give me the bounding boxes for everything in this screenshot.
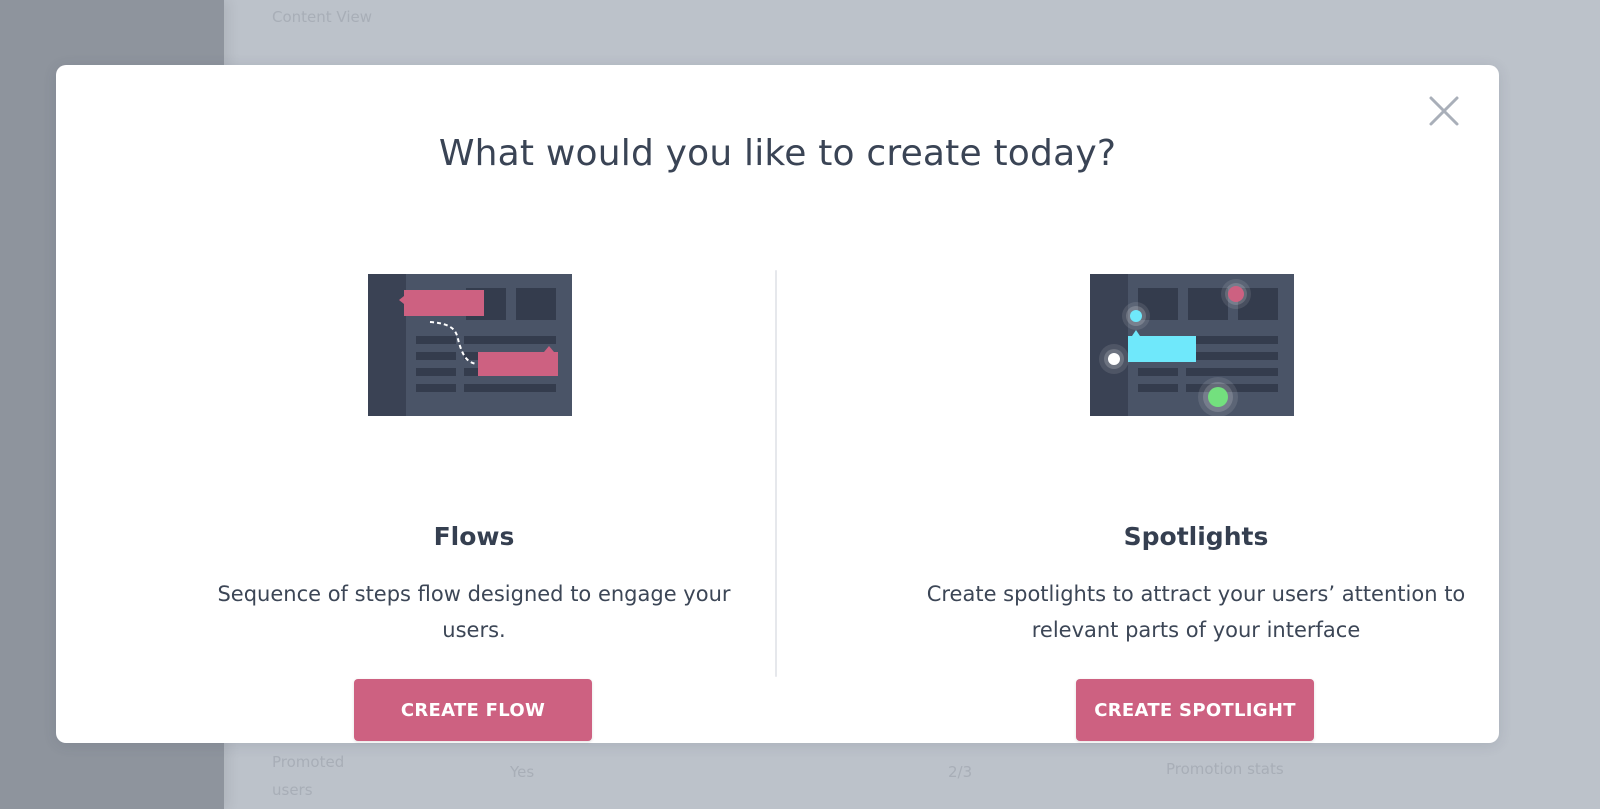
background-text: Content View xyxy=(272,8,373,26)
background-text: 2/3 xyxy=(948,763,973,781)
create-spotlight-button[interactable]: CREATE SPOTLIGHT xyxy=(1076,679,1314,741)
modal-title: What would you like to create today? xyxy=(438,133,1117,174)
background-text: Promoted users xyxy=(272,753,345,799)
background-text: Yes xyxy=(510,763,535,781)
close-icon xyxy=(1429,96,1459,126)
option-title: Flows xyxy=(433,522,515,551)
option-title: Spotlights xyxy=(1123,522,1269,551)
spotlights-illustration xyxy=(1090,274,1294,417)
create-flow-button[interactable]: CREATE FLOW xyxy=(354,679,592,741)
flows-illustration xyxy=(368,274,572,416)
option-description: Create spotlights to attract your users’… xyxy=(926,582,1466,642)
divider xyxy=(775,270,777,677)
option-spotlights: Spotlights Create spotlights to attract … xyxy=(926,270,1466,741)
option-flows: Flows Sequence of steps flow designed to… xyxy=(204,270,744,741)
create-modal: What would you like to create today? Flo… xyxy=(56,65,1499,743)
background-text: Promotion stats xyxy=(1166,760,1284,778)
close-button[interactable] xyxy=(1427,94,1461,128)
option-description: Sequence of steps flow designed to engag… xyxy=(217,582,731,642)
